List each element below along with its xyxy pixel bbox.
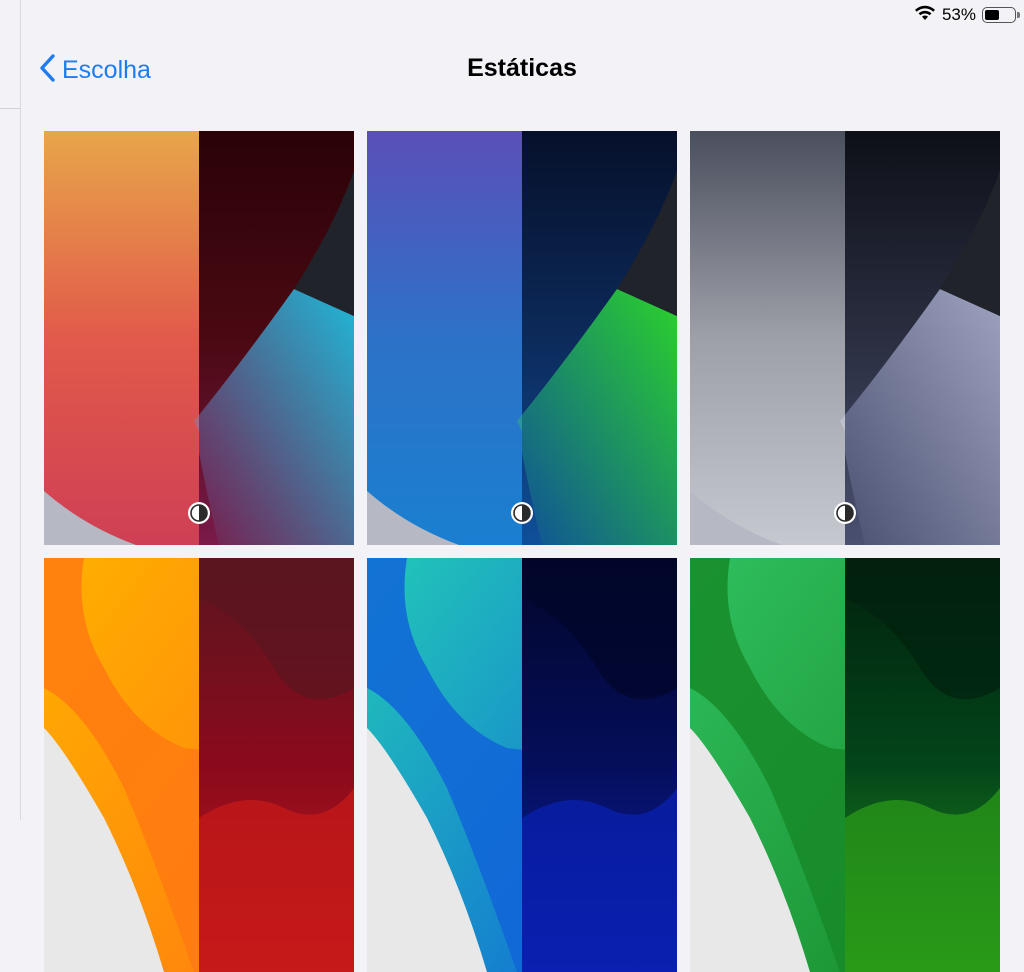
- battery-icon: [982, 7, 1020, 23]
- wallpaper-tile[interactable]: [367, 131, 677, 545]
- wallpaper-tile[interactable]: [44, 131, 354, 545]
- wifi-icon: [914, 5, 936, 26]
- sidebar-edge: [0, 0, 21, 820]
- appearance-toggle-icon[interactable]: [188, 502, 210, 524]
- battery-percent: 53%: [941, 5, 976, 24]
- wallpaper-tile[interactable]: [367, 558, 677, 972]
- wallpaper-tile[interactable]: [690, 131, 1000, 545]
- status-bar: 53%: [914, 4, 1020, 26]
- sidebar-divider: [0, 108, 20, 109]
- wallpaper-tile[interactable]: [690, 558, 1000, 972]
- appearance-toggle-icon[interactable]: [511, 502, 533, 524]
- page-title: Estáticas: [467, 54, 577, 82]
- appearance-toggle-icon[interactable]: [834, 502, 856, 524]
- wallpaper-tile[interactable]: [44, 558, 354, 972]
